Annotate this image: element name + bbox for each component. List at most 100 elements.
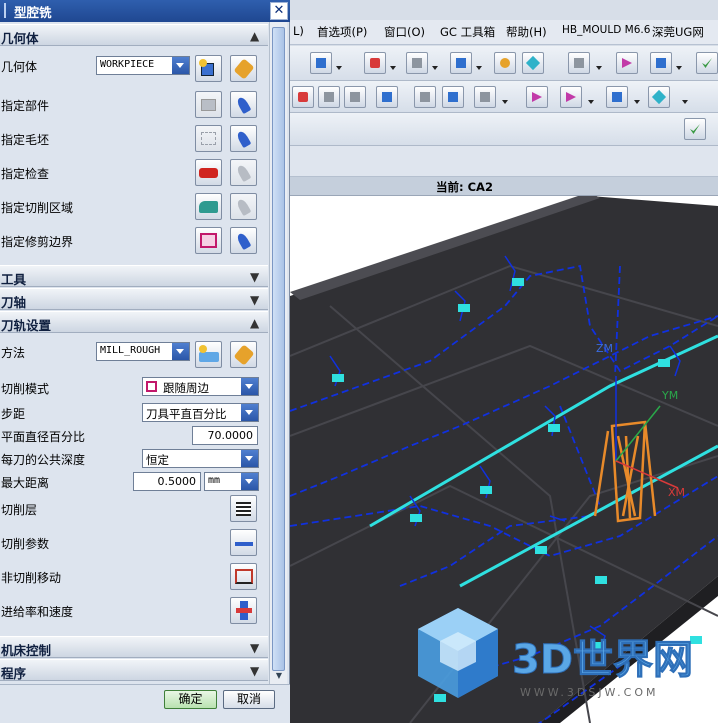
- geometry-label: 几何体: [1, 60, 38, 74]
- cut-levels-icon: [236, 502, 251, 516]
- wrench-icon: [233, 58, 255, 80]
- watermark-url: WWW.3DSJW.COM: [520, 686, 659, 699]
- menu-item-help[interactable]: 帮助(H): [506, 24, 547, 40]
- axis-label-xm: XM: [668, 486, 685, 499]
- more-tools-button[interactable]: [696, 52, 718, 74]
- flashlight-icon: [235, 129, 252, 149]
- select-blank-button[interactable]: [230, 125, 257, 152]
- check-icon-button[interactable]: [195, 159, 222, 186]
- accept-check-button[interactable]: [684, 118, 706, 140]
- cut-levels-button[interactable]: [230, 495, 257, 522]
- render-style-button[interactable]: [406, 52, 428, 74]
- menu-item-ug-site[interactable]: 深莞UG网: [652, 24, 704, 40]
- snap-button[interactable]: [616, 52, 638, 74]
- cut-pattern-select[interactable]: 跟随周边: [142, 377, 259, 396]
- cut-area-icon-button[interactable]: [195, 193, 222, 220]
- non-cutting-button[interactable]: [230, 563, 257, 590]
- chevron-down-icon[interactable]: [634, 100, 640, 104]
- geometry-view-button[interactable]: [606, 86, 628, 108]
- chevron-down-icon[interactable]: [588, 100, 594, 104]
- menu-bar: L) 首选项(P) 窗口(O) GC 工具箱 帮助(H) HB_MOULD M6…: [290, 20, 718, 45]
- layer-button[interactable]: [522, 52, 544, 74]
- chevron-down-icon[interactable]: [682, 100, 688, 104]
- program-order-view-button[interactable]: [526, 86, 548, 108]
- model-canvas[interactable]: ZM YM XM 3D世界网 WWW.3DSJW.COM: [290, 196, 718, 723]
- max-distance-input[interactable]: 0.5000: [133, 472, 201, 491]
- create-method-button[interactable]: [376, 86, 398, 108]
- generate-path-button[interactable]: [414, 86, 436, 108]
- method-icon: [199, 352, 219, 362]
- machine-tool-view-button[interactable]: [560, 86, 582, 108]
- depth-per-cut-value: 恒定: [146, 453, 169, 467]
- menu-item-window[interactable]: 窗口(O): [384, 24, 425, 40]
- max-distance-unit: mm: [208, 475, 221, 486]
- cancel-button[interactable]: 取消: [223, 690, 275, 709]
- section-program-label: 程序: [1, 666, 27, 681]
- watermark-title: 3D世界网: [512, 637, 693, 683]
- view-cube-button[interactable]: [450, 52, 472, 74]
- stepover-select[interactable]: 刀具平直百分比: [142, 403, 259, 422]
- chevron-down-icon[interactable]: [336, 66, 342, 70]
- menu-item-preferences[interactable]: 首选项(P): [317, 24, 367, 40]
- feeds-speeds-button[interactable]: [230, 597, 257, 624]
- flashlight-icon: [235, 163, 252, 183]
- new-geometry-button[interactable]: [195, 55, 222, 82]
- color-button[interactable]: [568, 52, 590, 74]
- toolbar-row-empty: [290, 113, 718, 146]
- follow-periphery-icon: [146, 381, 157, 392]
- section-tool-axis[interactable]: 刀轴 ▼: [0, 288, 268, 310]
- stepover-label: 步距: [1, 407, 26, 421]
- trim-icon-button[interactable]: [195, 227, 222, 254]
- chevron-down-icon[interactable]: [476, 66, 482, 70]
- part-icon: [201, 99, 216, 111]
- geometry-value: WORKPIECE: [100, 59, 155, 70]
- section-path-settings[interactable]: 刀轨设置 ▲: [0, 311, 268, 333]
- method-select[interactable]: MILL_ROUGH: [96, 342, 190, 361]
- new-method-button[interactable]: [195, 341, 222, 368]
- list-path-button[interactable]: [442, 86, 464, 108]
- chevron-down-icon[interactable]: [596, 66, 602, 70]
- create-geometry-button[interactable]: [344, 86, 366, 108]
- ok-button[interactable]: 确定: [164, 690, 217, 709]
- edit-object-button[interactable]: [494, 52, 516, 74]
- close-button[interactable]: ✕: [270, 2, 288, 20]
- edit-method-button[interactable]: [230, 341, 257, 368]
- depth-per-cut-select[interactable]: 恒定: [142, 449, 259, 468]
- toolbar-row-cam: [290, 81, 718, 113]
- nx-main-window: L) 首选项(P) 窗口(O) GC 工具箱 帮助(H) HB_MOULD M6…: [290, 0, 718, 723]
- select-part-button[interactable]: [230, 91, 257, 118]
- geometry-select[interactable]: WORKPIECE: [96, 56, 190, 75]
- scroll-down-icon[interactable]: ▼: [272, 670, 286, 682]
- chevron-down-icon[interactable]: [676, 66, 682, 70]
- edit-geometry-button[interactable]: [230, 55, 257, 82]
- chevron-down-icon[interactable]: [390, 66, 396, 70]
- section-geometry[interactable]: 几何体 ▲: [0, 24, 268, 46]
- fit-view-button[interactable]: [364, 52, 386, 74]
- flat-diameter-input[interactable]: 70.0000: [192, 426, 258, 445]
- wcs-button[interactable]: [650, 52, 672, 74]
- info-button[interactable]: [310, 52, 332, 74]
- max-distance-unit-select[interactable]: mm: [204, 472, 259, 491]
- select-check-button: [230, 159, 257, 186]
- section-program[interactable]: 程序 ▼: [0, 659, 268, 681]
- create-tool-button[interactable]: [318, 86, 340, 108]
- dialog-scrollbar[interactable]: ▼: [269, 22, 287, 684]
- cut-params-button[interactable]: [230, 529, 257, 556]
- dialog-title-bar[interactable]: 型腔铣: [0, 0, 290, 22]
- menu-item-gc-toolbox[interactable]: GC 工具箱: [440, 24, 495, 40]
- chevron-down-icon[interactable]: [502, 100, 508, 104]
- verify-path-button[interactable]: [474, 86, 496, 108]
- section-tool[interactable]: 工具 ▼: [0, 265, 268, 287]
- menu-item-truncated[interactable]: L): [293, 24, 304, 38]
- chevron-down-icon: ▼: [250, 641, 260, 655]
- create-program-button[interactable]: [292, 86, 314, 108]
- menu-item-hb-mould[interactable]: HB_MOULD M6.6: [562, 24, 650, 36]
- section-tool-label: 工具: [1, 272, 27, 287]
- machining-method-view-button[interactable]: [648, 86, 670, 108]
- select-trim-button[interactable]: [230, 227, 257, 254]
- cut-pattern-label: 切削模式: [1, 382, 50, 396]
- section-machine-control[interactable]: 机床控制 ▼: [0, 636, 268, 658]
- graphics-viewport[interactable]: ZM YM XM 3D世界网 WWW.3DSJW.COM: [290, 196, 718, 723]
- scrollbar-thumb[interactable]: [272, 27, 285, 671]
- chevron-down-icon[interactable]: [432, 66, 438, 70]
